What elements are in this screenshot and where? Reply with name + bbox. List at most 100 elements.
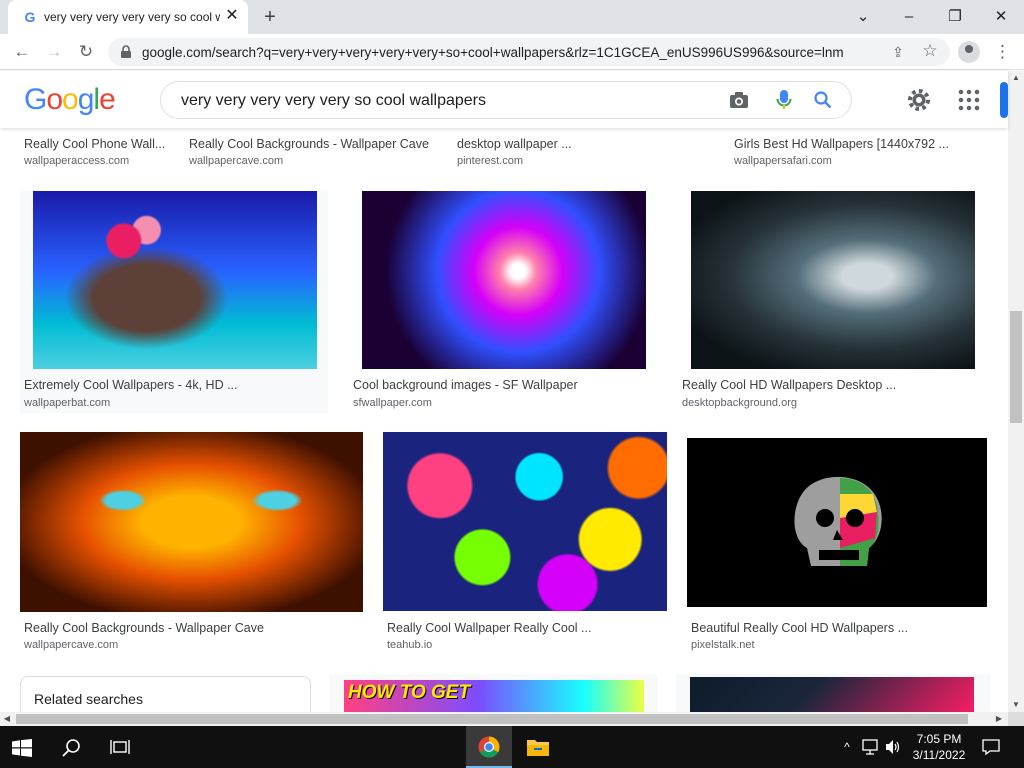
show-hidden-icons[interactable]: ^ [840, 738, 854, 756]
result-source[interactable]: wallpapersafari.com [734, 155, 832, 167]
volume-icon[interactable] [884, 738, 902, 756]
result-image[interactable] [33, 191, 317, 369]
related-searches-label: Related searches [34, 691, 143, 707]
tab-title: very very very very very so cool wallpap… [44, 10, 220, 24]
image-result[interactable] [676, 674, 990, 712]
scroll-down-icon[interactable]: ▼ [1008, 698, 1024, 712]
image-result[interactable]: desktop wallpaper ... pinterest.com [457, 128, 717, 176]
result-image[interactable] [691, 191, 975, 369]
logo-letter: e [99, 83, 116, 116]
result-source[interactable]: wallpaperaccess.com [24, 155, 129, 167]
clock-date: 3/11/2022 [912, 748, 966, 762]
microphone-icon[interactable] [775, 89, 793, 111]
google-apps-icon[interactable] [958, 89, 980, 111]
result-image[interactable]: HOW TO GET [344, 680, 644, 712]
close-tab-icon[interactable]: ✕ [224, 8, 240, 24]
scroll-right-icon[interactable]: ▶ [992, 712, 1006, 726]
sign-in-button[interactable] [1000, 82, 1008, 118]
tab-search-icon[interactable]: ⌄ [850, 4, 876, 30]
chrome-menu-icon[interactable]: ⋮ [994, 40, 1011, 64]
scrollbar-corner [1008, 712, 1024, 726]
result-title[interactable]: Extremely Cool Wallpapers - 4k, HD ... [24, 378, 237, 392]
restore-button[interactable]: ❐ [942, 4, 968, 30]
image-result[interactable]: Girls Best Hd Wallpapers [1440x792 ... w… [734, 128, 994, 176]
result-title[interactable]: desktop wallpaper ... [457, 137, 572, 151]
skull-artwork [794, 476, 882, 566]
windows-start-icon[interactable] [12, 739, 32, 757]
bookmark-star-icon[interactable]: ☆ [920, 41, 940, 61]
result-source[interactable]: pixelstalk.net [691, 639, 755, 651]
result-title[interactable]: Really Cool HD Wallpapers Desktop ... [682, 378, 896, 392]
settings-gear-icon[interactable] [906, 87, 932, 113]
result-image[interactable] [687, 438, 987, 607]
result-image[interactable] [383, 432, 667, 611]
result-source[interactable]: wallpapercave.com [189, 155, 283, 167]
notifications-icon[interactable] [982, 738, 1000, 756]
file-explorer-icon[interactable] [526, 737, 550, 757]
result-source[interactable]: wallpapercave.com [24, 639, 118, 651]
back-button[interactable]: ← [10, 40, 34, 64]
search-box[interactable]: very very very very very so cool wallpap… [160, 81, 852, 119]
image-result[interactable]: Really Cool Wallpaper Really Cool ... te… [383, 432, 669, 654]
scroll-left-icon[interactable]: ◀ [0, 712, 14, 726]
task-view-icon[interactable] [110, 738, 130, 756]
clock-time: 7:05 PM [916, 732, 962, 746]
image-result[interactable]: Cool background images - SF Wallpaper sf… [349, 191, 657, 413]
vertical-scroll-thumb[interactable] [1010, 311, 1022, 423]
result-title[interactable]: Cool background images - SF Wallpaper [353, 378, 578, 392]
image-result[interactable]: Really Cool Phone Wall... wallpaperacces… [24, 128, 174, 176]
new-tab-button[interactable]: + [260, 7, 280, 27]
chrome-taskbar-button[interactable] [466, 726, 512, 768]
reload-button[interactable]: ↻ [74, 40, 98, 64]
minimize-button[interactable]: – [896, 4, 922, 30]
result-title[interactable]: Beautiful Really Cool HD Wallpapers ... [691, 621, 908, 635]
profile-avatar[interactable] [958, 41, 980, 63]
network-icon[interactable] [862, 738, 880, 756]
image-overlay-text: HOW TO GET [348, 682, 471, 703]
chrome-icon [478, 736, 500, 758]
result-source[interactable]: teahub.io [387, 639, 432, 651]
search-input[interactable]: very very very very very so cool wallpap… [181, 92, 486, 110]
google-header: Google very very very very very so cool … [0, 71, 1008, 128]
result-source[interactable]: wallpaperbat.com [24, 397, 110, 409]
result-title[interactable]: Girls Best Hd Wallpapers [1440x792 ... [734, 137, 949, 151]
taskbar-clock[interactable]: 7:05 PM 3/11/2022 [906, 731, 972, 763]
browser-tab[interactable]: G very very very very very so cool wallp… [8, 0, 248, 34]
close-window-button[interactable]: ✕ [988, 4, 1014, 30]
horizontal-scroll-thumb[interactable] [16, 714, 968, 724]
search-icon[interactable] [813, 90, 833, 110]
camera-icon[interactable] [729, 91, 749, 109]
result-source[interactable]: sfwallpaper.com [353, 397, 432, 409]
browser-titlebar: G very very very very very so cool wallp… [0, 0, 1024, 34]
logo-letter: G [24, 83, 47, 116]
image-results: Really Cool Phone Wall... wallpaperacces… [0, 128, 1008, 712]
image-result[interactable]: HOW TO GET [330, 674, 658, 712]
image-result[interactable]: Extremely Cool Wallpapers - 4k, HD ... w… [20, 191, 328, 413]
vertical-scrollbar[interactable]: ▲ ▼ [1008, 71, 1024, 712]
windows-taskbar: ^ 7:05 PM 3/11/2022 [0, 726, 1024, 768]
google-logo[interactable]: Google [24, 83, 116, 117]
related-searches-card[interactable]: Related searches [20, 676, 311, 712]
search-icon[interactable] [62, 738, 82, 758]
result-title[interactable]: Really Cool Phone Wall... [24, 137, 165, 151]
result-source[interactable]: desktopbackground.org [682, 397, 797, 409]
share-icon[interactable]: ⇪ [888, 42, 908, 62]
image-result[interactable]: Really Cool HD Wallpapers Desktop ... de… [678, 191, 988, 413]
scroll-up-icon[interactable]: ▲ [1008, 71, 1024, 85]
result-source[interactable]: pinterest.com [457, 155, 523, 167]
result-title[interactable]: Really Cool Backgrounds - Wallpaper Cave [189, 137, 429, 151]
address-bar[interactable]: google.com/search?q=very+very+very+very+… [108, 38, 950, 66]
url-text[interactable]: google.com/search?q=very+very+very+very+… [142, 45, 882, 60]
result-title[interactable]: Really Cool Backgrounds - Wallpaper Cave [24, 621, 264, 635]
google-favicon-icon: G [24, 9, 36, 25]
result-title[interactable]: Really Cool Wallpaper Really Cool ... [387, 621, 591, 635]
image-result[interactable]: Really Cool Backgrounds - Wallpaper Cave… [186, 128, 446, 176]
image-result[interactable]: Really Cool Backgrounds - Wallpaper Cave… [20, 432, 364, 654]
forward-button[interactable]: → [42, 40, 66, 64]
lock-icon [121, 45, 131, 58]
result-image[interactable] [690, 677, 974, 712]
result-image[interactable] [20, 432, 363, 612]
result-image[interactable] [362, 191, 646, 369]
image-result[interactable]: Beautiful Really Cool HD Wallpapers ... … [687, 432, 987, 654]
horizontal-scrollbar[interactable]: ◀ ▶ [0, 712, 1008, 726]
